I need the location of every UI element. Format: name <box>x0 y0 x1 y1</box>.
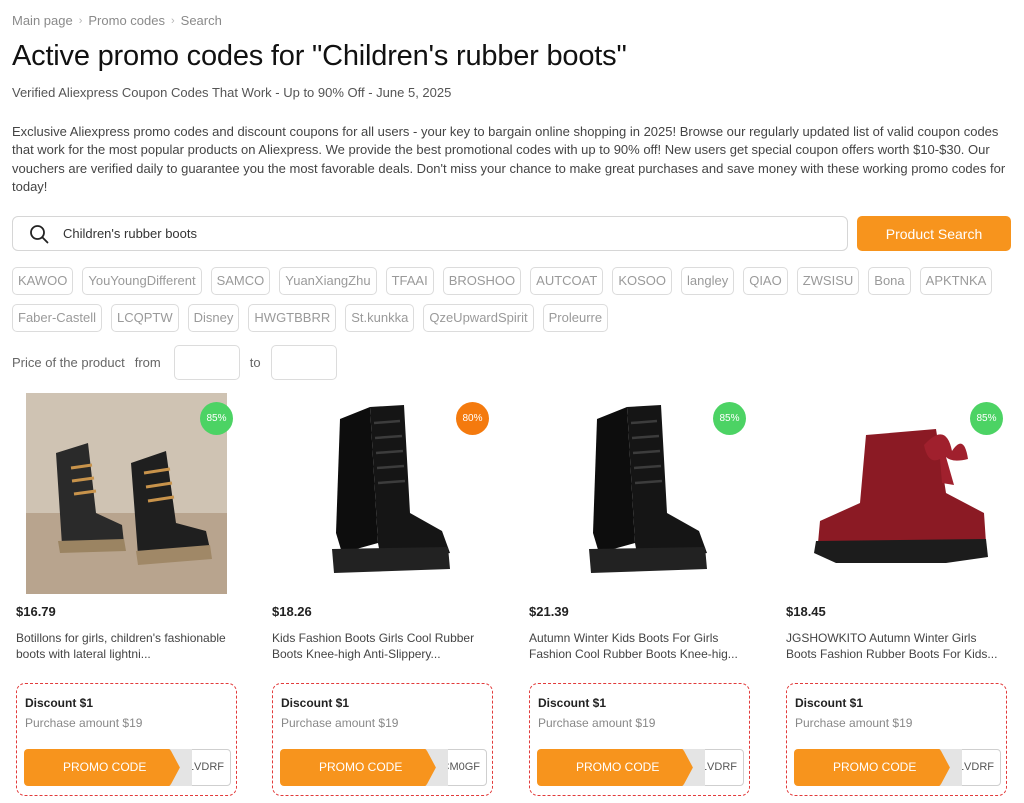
brand-tag[interactable]: KAWOO <box>12 267 74 295</box>
brand-tag[interactable]: AUTCOAT <box>530 267 604 295</box>
discount-badge: 85% <box>970 402 1003 435</box>
purchase-amount: Purchase amount $19 <box>25 716 143 730</box>
brand-tag[interactable]: Proleurre <box>542 304 609 332</box>
product-price: $18.45 <box>786 604 826 619</box>
breadcrumb: Main page › Promo codes › Search <box>12 13 222 28</box>
purchase-amount: Purchase amount $19 <box>538 716 656 730</box>
product-image[interactable] <box>26 393 227 594</box>
discount-badge: 85% <box>713 402 746 435</box>
purchase-amount: Purchase amount $19 <box>281 716 399 730</box>
page-subtitle: Verified Aliexpress Coupon Codes That Wo… <box>12 85 452 100</box>
product-image[interactable] <box>282 393 483 594</box>
product-card[interactable]: 85% $18.45 JGSHOWKITO Autumn Winter Girl… <box>782 393 1007 798</box>
promo-code-label: PROMO CODE <box>24 749 189 786</box>
product-image[interactable] <box>539 393 740 594</box>
promo-code-button[interactable]: CM0GF PROMO CODE <box>280 749 487 786</box>
brand-tag[interactable]: HWGTBBRR <box>248 304 337 332</box>
promo-code-button[interactable]: H1VDRF PROMO CODE <box>537 749 744 786</box>
price-filter: Price of the product from to <box>12 345 337 380</box>
discount-title: Discount $1 <box>538 696 607 710</box>
brand-tag[interactable]: KOSOO <box>612 267 672 295</box>
product-price: $16.79 <box>16 604 56 619</box>
promo-code-label: PROMO CODE <box>537 749 702 786</box>
brand-tag[interactable]: ZWSISU <box>796 267 860 295</box>
discount-title: Discount $1 <box>795 696 864 710</box>
brand-tag[interactable]: LCQPTW <box>111 304 179 332</box>
coupon-box: Discount $1 Purchase amount $19 H1VDRF P… <box>529 683 750 796</box>
brand-tag[interactable]: Disney <box>187 304 240 332</box>
price-to-input[interactable] <box>270 345 337 380</box>
breadcrumb-current: Search <box>180 13 222 28</box>
brand-tag[interactable]: BROSHOO <box>442 267 522 295</box>
product-image[interactable] <box>796 393 997 594</box>
promo-code-label: PROMO CODE <box>794 749 959 786</box>
promo-code-button[interactable]: H1VDRF PROMO CODE <box>794 749 1001 786</box>
price-from-label: from <box>134 355 161 370</box>
search-input[interactable] <box>63 226 803 241</box>
price-filter-label: Price of the product <box>12 355 125 370</box>
chevron-right-icon: › <box>170 14 175 27</box>
chevron-right-icon: › <box>78 14 83 27</box>
product-price: $21.39 <box>529 604 569 619</box>
brand-tag[interactable]: Bona <box>868 267 911 295</box>
coupon-box: Discount $1 Purchase amount $19 H1VDRF P… <box>786 683 1007 796</box>
price-to-label: to <box>249 355 261 370</box>
brand-tag[interactable]: APKTNKA <box>919 267 993 295</box>
search-icon <box>29 224 49 244</box>
page-title: Active promo codes for "Children's rubbe… <box>12 40 627 72</box>
coupon-box: Discount $1 Purchase amount $19 CM0GF PR… <box>272 683 493 796</box>
product-name[interactable]: Botillons for girls, children's fashiona… <box>16 630 238 662</box>
product-name[interactable]: Kids Fashion Boots Girls Cool Rubber Boo… <box>272 630 494 662</box>
discount-badge: 80% <box>456 402 489 435</box>
brand-tag[interactable]: SAMCO <box>210 267 271 295</box>
brand-tag[interactable]: TFAAI <box>385 267 434 295</box>
purchase-amount: Purchase amount $19 <box>795 716 913 730</box>
search-box <box>12 216 848 251</box>
breadcrumb-promo-codes[interactable]: Promo codes <box>88 13 165 28</box>
brand-tag[interactable]: QzeUpwardSpirit <box>423 304 534 332</box>
promo-code-label: PROMO CODE <box>280 749 445 786</box>
breadcrumb-main-page[interactable]: Main page <box>12 13 73 28</box>
brand-tag-list: KAWOO YouYoungDifferent SAMCO YuanXiangZhu T… <box>12 267 1012 332</box>
brand-tag[interactable]: YuanXiangZhu <box>279 267 377 295</box>
product-price: $18.26 <box>272 604 312 619</box>
brand-tag[interactable]: QIAO <box>743 267 788 295</box>
intro-text: Exclusive Aliexpress promo codes and dis… <box>12 124 1006 195</box>
product-card[interactable]: 85% $21.39 Autumn Winter Kids Boots For … <box>525 393 750 798</box>
brand-tag[interactable]: St.kunkka <box>345 304 415 332</box>
product-card[interactable]: 80% $18.26 Kids Fashion Boots Girls Cool… <box>268 393 493 798</box>
coupon-box: Discount $1 Purchase amount $19 H1VDRF P… <box>16 683 237 796</box>
product-card[interactable]: 85% $16.79 Botillons for girls, children… <box>12 393 237 798</box>
discount-title: Discount $1 <box>281 696 350 710</box>
product-name[interactable]: Autumn Winter Kids Boots For Girls Fashi… <box>529 630 751 662</box>
discount-title: Discount $1 <box>25 696 94 710</box>
product-search-button[interactable]: Product Search <box>857 216 1011 251</box>
price-from-input[interactable] <box>173 345 240 380</box>
discount-badge: 85% <box>200 402 233 435</box>
promo-code-button[interactable]: H1VDRF PROMO CODE <box>24 749 231 786</box>
brand-tag[interactable]: langley <box>681 267 735 295</box>
brand-tag[interactable]: Faber-Castell <box>12 304 103 332</box>
brand-tag[interactable]: YouYoungDifferent <box>82 267 202 295</box>
product-name[interactable]: JGSHOWKITO Autumn Winter Girls Boots Fas… <box>786 630 1008 662</box>
